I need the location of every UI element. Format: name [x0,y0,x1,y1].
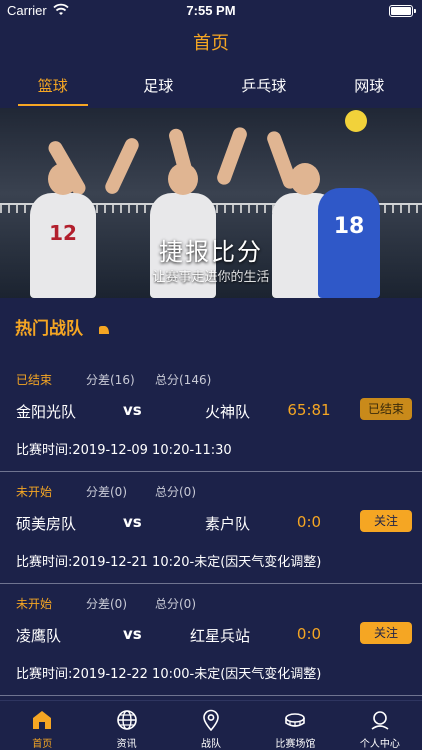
score-diff: 分差(0) [86,485,127,499]
match-card[interactable]: 已结束 分差(16) 总分(146) 金阳光队 vs 火神队 65:81 已结束… [0,360,422,472]
home-team: 金阳光队 [16,403,77,421]
banner-title: 捷报比分 [159,238,263,266]
score-total: 总分(0) [155,597,196,611]
match-score: 0:0 [296,513,322,531]
match-card[interactable]: 未开始 分差(0) 总分(0) 凌鹰队 vs 红星兵站 0:0 关注 比赛时间:… [0,584,422,696]
match-card[interactable]: 未开始 分差(0) 总分(0) 硕美房队 vs 素户队 0:0 关注 比赛时间:… [0,472,422,584]
match-score: 65:81 [287,401,331,419]
globe-icon [116,710,137,730]
banner-image[interactable]: 12 18 捷报比分 让赛事走进你的生活 [0,108,422,298]
tabbar-item-teams[interactable]: 战队 [169,701,253,750]
away-team: 素户队 [204,515,250,533]
tabbar-label: 比赛场馆 [275,739,316,750]
signal-icon [99,326,109,334]
match-score: 0:0 [296,625,322,643]
sport-tabs: 篮球 足球 乒乓球 网球 [0,66,422,108]
follow-button[interactable]: 关注 [360,622,412,644]
clock: 7:55 PM [186,3,236,18]
score-total: 总分(146) [155,373,212,387]
person-icon [371,711,389,730]
tab-football[interactable]: 足球 [106,66,212,108]
vs-label: vs [123,401,142,419]
follow-button[interactable]: 关注 [360,510,412,532]
battery-icon [389,5,416,17]
score-total: 总分(0) [155,485,196,499]
tabbar-item-venues[interactable]: 比赛场馆 [253,701,337,750]
tabbar-item-news[interactable]: 资讯 [84,701,168,750]
home-team: 硕美房队 [16,515,77,533]
home-team: 凌鹰队 [16,627,62,645]
tabbar-label: 个人中心 [359,739,400,750]
match-time: 比赛时间:2019-12-09 10:20-11:30 [16,443,232,458]
location-pin-icon [203,709,219,731]
vs-label: vs [123,625,142,643]
home-icon [33,711,52,729]
match-status: 未开始 [16,597,53,611]
tabbar-label: 首页 [32,739,53,750]
banner-subtitle: 让赛事走进你的生活 [152,270,270,285]
tabbar-label: 资讯 [116,739,137,750]
tab-tennis[interactable]: 网球 [317,66,422,108]
section-title: 热门战队 [15,319,83,339]
player-arm [102,135,142,197]
tabbar-label: 战队 [201,739,222,750]
status-bar: Carrier 7:55 PM [0,0,422,22]
divider [0,695,422,696]
player-arm [215,125,249,187]
match-time: 比赛时间:2019-12-22 10:00-未定(因天气变化调整) [16,667,322,682]
stadium-icon [285,713,306,727]
tab-basketball[interactable]: 篮球 [0,66,106,108]
score-diff: 分差(16) [86,373,135,387]
away-team: 红星兵站 [189,627,250,645]
match-time: 比赛时间:2019-12-21 10:20-未定(因天气变化调整) [16,555,322,570]
vs-label: vs [123,513,142,531]
tabbar-item-profile[interactable]: 个人中心 [338,701,422,750]
ended-button[interactable]: 已结束 [360,398,412,420]
match-status: 未开始 [16,485,53,499]
bottom-tab-bar: 首页 资讯 战队 比赛场馆 个人中心 [0,700,422,750]
volleyball [345,110,367,132]
score-diff: 分差(0) [86,597,127,611]
page-title: 首页 [193,33,229,54]
tabbar-item-home[interactable]: 首页 [0,701,84,750]
away-team: 火神队 [204,403,250,421]
match-status: 已结束 [16,373,53,387]
tab-table-tennis[interactable]: 乒乓球 [211,66,317,108]
